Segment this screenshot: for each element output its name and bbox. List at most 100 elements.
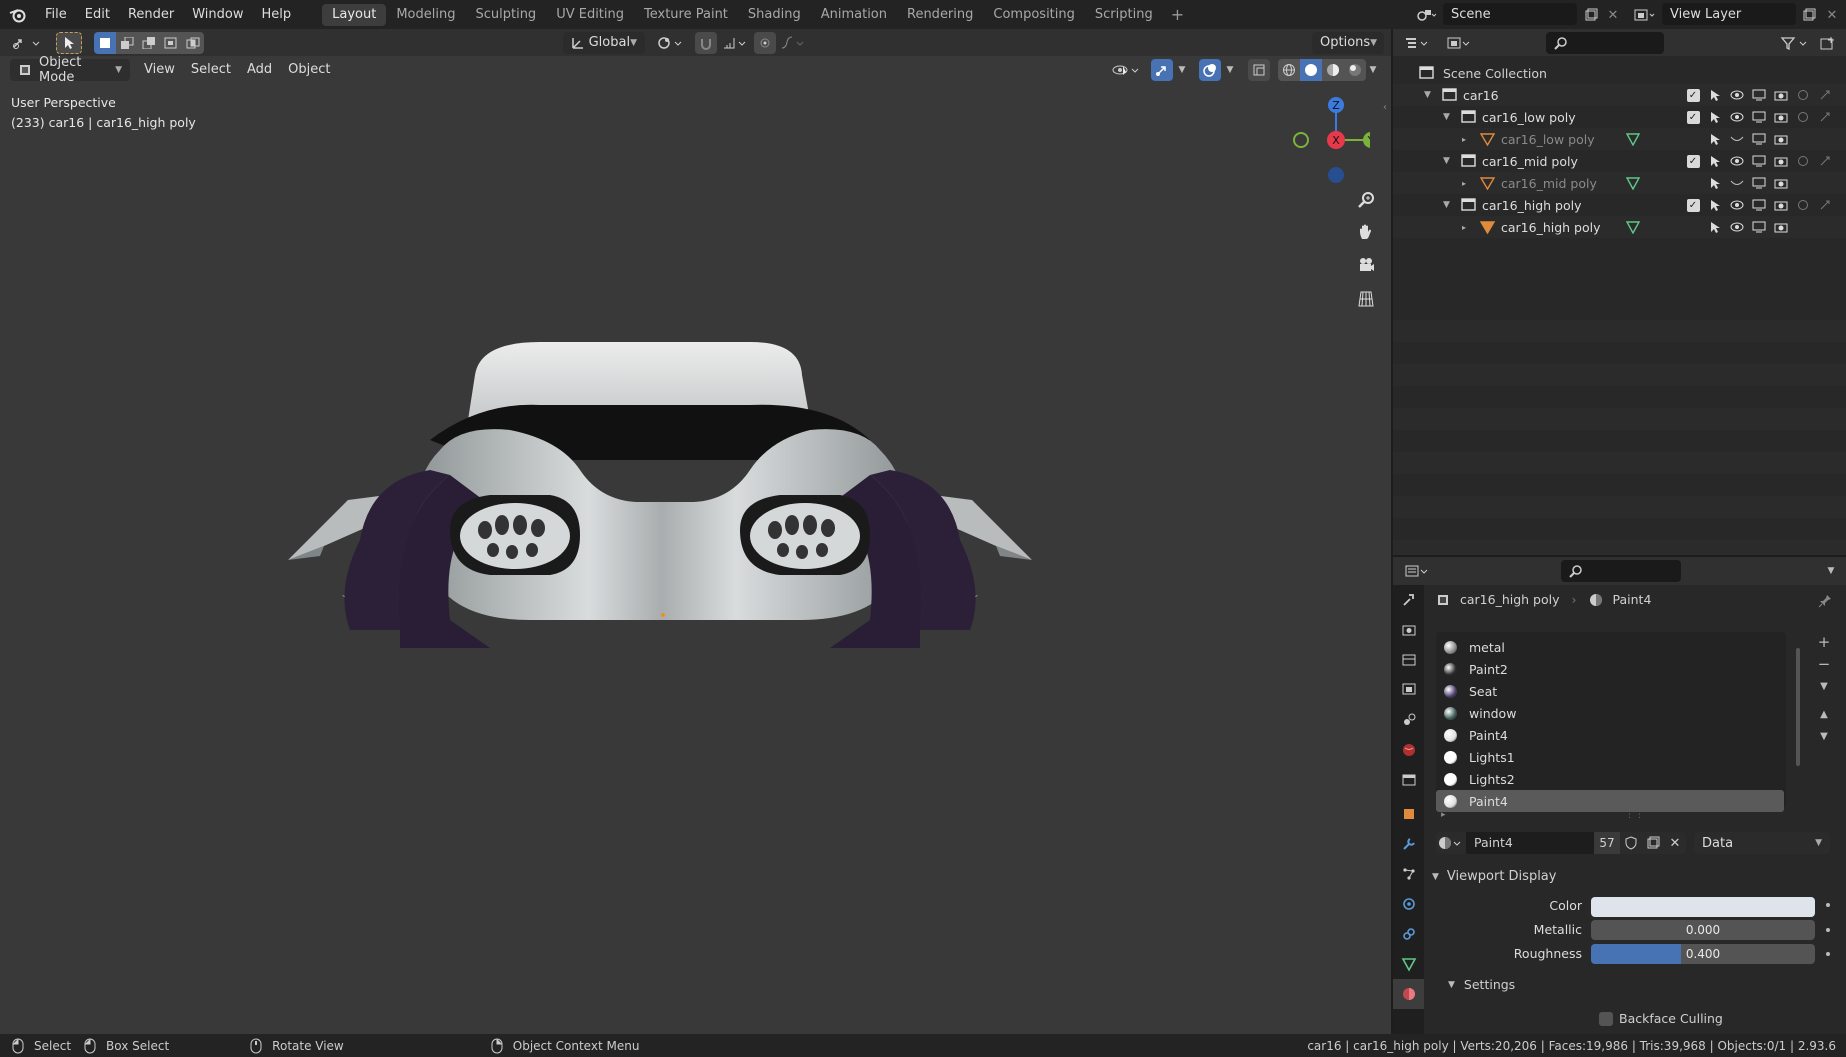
select-intersect-icon[interactable] — [182, 31, 204, 54]
material-list-scrollbar[interactable] — [1796, 648, 1800, 766]
viewport-monitor-icon[interactable] — [1752, 88, 1766, 102]
modifier-tab-icon[interactable] — [1393, 829, 1424, 859]
menu-window[interactable]: Window — [183, 0, 252, 29]
rendered-shading-icon[interactable] — [1344, 58, 1366, 81]
workspace-tab-animation[interactable]: Animation — [811, 4, 897, 26]
pan-hand-icon[interactable] — [1352, 218, 1380, 246]
workspace-tab-layout[interactable]: Layout — [322, 3, 387, 26]
outliner-row[interactable]: ▼ car16_high poly ✓ — [1393, 194, 1846, 216]
transform-orientation-dropdown[interactable]: Global ▼ — [563, 31, 645, 54]
properties-editor-type-icon[interactable] — [1403, 560, 1433, 582]
physics-tab-icon[interactable] — [1393, 889, 1424, 919]
exclude-checkbox[interactable] — [1686, 176, 1700, 190]
workspace-tab-sculpting[interactable]: Sculpting — [465, 4, 546, 26]
indirect-only-icon[interactable] — [1818, 198, 1832, 212]
outliner-row[interactable]: ▼ car16_mid poly ✓ — [1393, 150, 1846, 172]
snap-toggle-icon[interactable] — [695, 31, 717, 54]
metallic-keyframe-dot[interactable] — [1826, 928, 1830, 932]
pivot-point-icon[interactable] — [655, 32, 687, 54]
workspace-tab-texture-paint[interactable]: Texture Paint — [634, 4, 738, 26]
browse-material-icon[interactable] — [1436, 832, 1466, 854]
tool-settings-icon[interactable] — [1393, 585, 1424, 615]
selectable-icon[interactable] — [1708, 154, 1722, 168]
menu-file[interactable]: File — [36, 0, 76, 29]
add-slot-icon[interactable]: + — [1813, 632, 1835, 652]
gizmo-toggle-icon[interactable] — [1151, 58, 1173, 81]
scene-name-field[interactable]: Scene — [1443, 3, 1577, 25]
viewport-display-panel-header[interactable]: ▼ Viewport Display — [1432, 864, 1840, 889]
viewport-monitor-icon[interactable] — [1752, 132, 1766, 146]
expand-arrow-icon[interactable]: ▸ — [1462, 223, 1466, 232]
holdout-icon[interactable] — [1796, 110, 1810, 124]
indirect-only-icon[interactable] — [1818, 154, 1832, 168]
outliner-row[interactable]: ▸ car16_high poly — [1393, 216, 1846, 238]
collapse-arrow-icon[interactable]: ▼ — [1424, 90, 1431, 100]
add-workspace-button[interactable]: + — [1163, 5, 1192, 24]
particles-tab-icon[interactable] — [1393, 859, 1424, 889]
menu-render[interactable]: Render — [119, 0, 183, 29]
material-slot-item[interactable]: Paint4 — [1436, 724, 1786, 746]
outliner-row[interactable]: ▸ car16_mid poly — [1393, 172, 1846, 194]
menu-help[interactable]: Help — [253, 0, 301, 29]
remove-slot-icon[interactable]: − — [1813, 654, 1835, 674]
render-camera-icon[interactable] — [1774, 198, 1788, 212]
selectable-icon[interactable] — [1708, 220, 1722, 234]
material-slot-item[interactable]: Seat — [1436, 680, 1786, 702]
new-collection-icon[interactable] — [1816, 32, 1840, 54]
xray-toggle-icon[interactable] — [1248, 58, 1270, 81]
roughness-keyframe-dot[interactable] — [1826, 952, 1830, 956]
outliner-row[interactable]: ▼ car16_low poly ✓ — [1393, 106, 1846, 128]
hidden-eye-icon[interactable] — [1730, 176, 1744, 190]
world-tab-icon[interactable] — [1393, 735, 1424, 765]
sidebar-toggle-icon[interactable]: ‹ — [1383, 102, 1387, 113]
exclude-checkbox[interactable]: ✓ — [1686, 198, 1700, 212]
menu-edit[interactable]: Edit — [76, 0, 119, 29]
gizmo-neg-z-axis[interactable] — [1328, 167, 1344, 183]
material-slot-item[interactable]: Paint2 — [1436, 658, 1786, 680]
indirect-only-icon[interactable] — [1818, 110, 1832, 124]
viewport-monitor-icon[interactable] — [1752, 198, 1766, 212]
render-camera-icon[interactable] — [1774, 110, 1788, 124]
material-slot-item[interactable]: metal — [1436, 636, 1786, 658]
ortho-grid-icon[interactable] — [1352, 285, 1380, 313]
falloff-icon[interactable] — [778, 32, 810, 54]
outliner-search-input[interactable] — [1546, 32, 1664, 54]
material-slot-item[interactable]: Lights1 — [1436, 746, 1786, 768]
eye-icon[interactable] — [1730, 88, 1744, 102]
proportional-edit-icon[interactable] — [754, 31, 776, 54]
list-resize-handle[interactable]: ⋮⋮ — [1625, 810, 1645, 820]
holdout-icon[interactable] — [1796, 198, 1810, 212]
slot-specials-icon[interactable]: ▼ — [1813, 676, 1835, 696]
selectable-icon[interactable] — [1708, 132, 1722, 146]
overlays-dropdown-icon[interactable]: ▼ — [1223, 59, 1237, 81]
list-expand-icon[interactable]: ▸ — [1441, 810, 1446, 820]
select-subtract-icon[interactable] — [138, 31, 160, 54]
viewport-monitor-icon[interactable] — [1752, 110, 1766, 124]
mesh-data-icon[interactable] — [1626, 176, 1640, 190]
selectable-icon[interactable] — [1708, 176, 1722, 190]
expand-arrow-icon[interactable]: ▸ — [1462, 179, 1466, 188]
workspace-tab-scripting[interactable]: Scripting — [1085, 4, 1163, 26]
camera-view-icon[interactable] — [1352, 251, 1380, 279]
unlink-material-icon[interactable]: ✕ — [1664, 832, 1686, 854]
new-scene-icon[interactable] — [1580, 4, 1602, 26]
select-new-icon[interactable] — [94, 31, 116, 54]
eye-icon[interactable] — [1730, 154, 1744, 168]
collapse-arrow-icon[interactable]: ▼ — [1443, 112, 1450, 122]
selectable-icon[interactable] — [1708, 88, 1722, 102]
viewport-menu-select[interactable]: Select — [183, 59, 239, 81]
zoom-icon[interactable] — [1352, 186, 1380, 214]
material-slot-item[interactable]: window — [1436, 702, 1786, 724]
material-tab-icon[interactable] — [1393, 979, 1424, 1009]
constraints-tab-icon[interactable] — [1393, 919, 1424, 949]
eye-icon[interactable] — [1730, 110, 1744, 124]
indirect-only-icon[interactable] — [1818, 88, 1832, 102]
exclude-checkbox[interactable]: ✓ — [1686, 88, 1700, 102]
wireframe-shading-icon[interactable] — [1278, 58, 1300, 81]
expand-arrow-icon[interactable]: ▸ — [1462, 135, 1466, 144]
filter-icon[interactable] — [1778, 32, 1812, 54]
workspace-tab-rendering[interactable]: Rendering — [897, 4, 983, 26]
view-layer-field[interactable]: View Layer — [1662, 3, 1796, 25]
exclude-checkbox[interactable]: ✓ — [1686, 110, 1700, 124]
blender-logo-icon[interactable] — [0, 0, 36, 29]
